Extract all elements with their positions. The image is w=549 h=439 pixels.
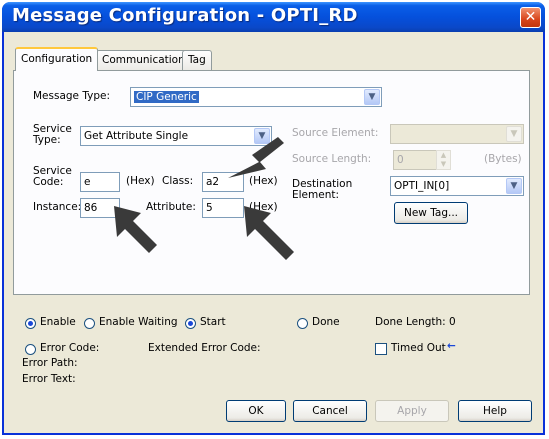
done-length-label: Done Length: 0 bbox=[375, 316, 456, 328]
enable-label: Enable bbox=[40, 316, 76, 328]
tab-configuration-label: Configuration bbox=[21, 53, 93, 65]
ok-button[interactable]: OK bbox=[226, 400, 286, 422]
help-label: Help bbox=[483, 405, 507, 417]
help-button[interactable]: Help bbox=[458, 400, 532, 422]
enable-waiting-radio[interactable] bbox=[84, 318, 95, 329]
done-radio[interactable] bbox=[297, 318, 308, 329]
arrow-attribute-icon bbox=[244, 206, 294, 260]
tab-configuration[interactable]: Configuration bbox=[15, 47, 99, 71]
error-path-label: Error Path: bbox=[22, 357, 78, 369]
extended-error-code-label: Extended Error Code: bbox=[148, 342, 261, 354]
left-arrow-icon: ← bbox=[447, 340, 456, 352]
ok-label: OK bbox=[248, 405, 264, 417]
start-radio[interactable] bbox=[185, 318, 196, 329]
cancel-label: Cancel bbox=[312, 405, 348, 417]
arrow-instance-icon bbox=[114, 206, 157, 253]
apply-button[interactable]: Apply bbox=[375, 400, 449, 422]
arrow-class-icon bbox=[228, 137, 284, 178]
timed-out-label: Timed Out bbox=[391, 342, 446, 354]
enable-waiting-label: Enable Waiting bbox=[99, 316, 178, 328]
error-code-radio[interactable] bbox=[25, 344, 36, 355]
cancel-button[interactable]: Cancel bbox=[293, 400, 367, 422]
error-code-label: Error Code: bbox=[40, 342, 100, 354]
done-label: Done bbox=[312, 316, 340, 328]
apply-label: Apply bbox=[397, 405, 427, 417]
enable-radio[interactable] bbox=[25, 318, 36, 329]
error-text-label: Error Text: bbox=[22, 373, 76, 385]
start-label: Start bbox=[200, 316, 226, 328]
timed-out-checkbox[interactable] bbox=[375, 343, 387, 355]
